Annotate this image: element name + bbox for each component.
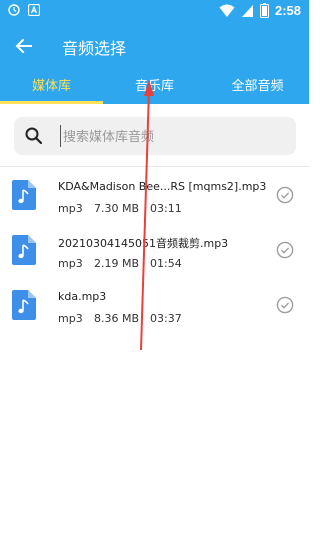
list-item[interactable]: kda.mp3 mp3 8.36 MB 03:37 (0, 290, 309, 344)
check-circle-icon[interactable] (276, 296, 294, 314)
clock-icon (8, 4, 20, 16)
list-item[interactable]: KDA&Madison Bee...RS [mqms2].mp3 mp3 7.3… (0, 180, 309, 234)
tab-bar: 媒体库 音乐库 全部音频 (0, 70, 309, 104)
list-item[interactable]: 20210304145051音频裁剪.mp3 mp3 2.19 MB 01:54 (0, 235, 309, 289)
battery-icon (259, 3, 269, 18)
file-name: 20210304145051音频裁剪.mp3 (58, 237, 229, 250)
audio-file-icon (12, 180, 36, 210)
status-time: 2:58 (274, 3, 301, 18)
tab-all-audio[interactable]: 全部音频 (206, 70, 309, 104)
divider (0, 166, 309, 167)
app-toolbar: 音频选择 (0, 24, 309, 70)
tab-media-library[interactable]: 媒体库 (0, 70, 103, 104)
file-size: 8.36 MB (94, 312, 140, 325)
file-duration: 01:54 (150, 257, 182, 270)
check-circle-icon[interactable] (276, 186, 294, 204)
search-input[interactable] (60, 125, 280, 147)
file-size: 7.30 MB (94, 202, 140, 215)
status-right: 2:58 (219, 3, 301, 18)
page-title: 音频选择 (62, 39, 127, 58)
search-icon (25, 127, 43, 145)
file-duration: 03:37 (150, 312, 182, 325)
audio-file-icon (12, 290, 36, 320)
check-circle-icon[interactable] (276, 241, 294, 259)
file-name: kda.mp3 (58, 290, 107, 303)
signal-icon (241, 4, 253, 17)
status-left (8, 4, 40, 16)
status-bar: 2:58 (0, 0, 309, 24)
search-bar (14, 117, 296, 155)
arrow-left-icon[interactable] (14, 36, 34, 56)
tab-music-library[interactable]: 音乐库 (103, 70, 206, 104)
file-duration: 03:11 (150, 202, 182, 215)
file-type: mp3 (58, 202, 83, 215)
file-name: KDA&Madison Bee...RS [mqms2].mp3 (58, 180, 267, 193)
wifi-icon (219, 4, 235, 17)
file-type: mp3 (58, 312, 83, 325)
file-size: 2.19 MB (94, 257, 140, 270)
audio-file-icon (12, 235, 36, 265)
a-letter-icon (28, 4, 40, 16)
file-type: mp3 (58, 257, 83, 270)
